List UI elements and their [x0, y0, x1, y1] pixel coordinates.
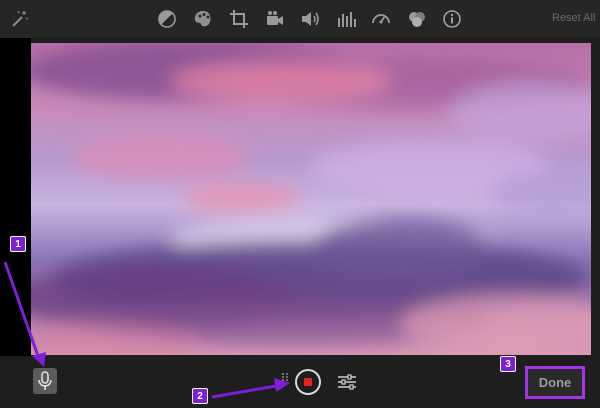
drag-handle-icon[interactable]	[281, 372, 289, 382]
record-button[interactable]	[295, 369, 321, 395]
reset-all-button[interactable]: Reset All	[552, 12, 600, 24]
magic-wand-icon[interactable]	[8, 8, 30, 30]
equalizer-icon[interactable]	[335, 8, 357, 30]
video-camera-icon[interactable]	[264, 8, 286, 30]
annotation-badge-3: 3	[500, 356, 516, 372]
annotation-badge-2: 2	[192, 388, 208, 404]
microphone-icon	[38, 371, 52, 390]
info-icon[interactable]	[441, 8, 463, 30]
done-button[interactable]: Done	[525, 366, 585, 399]
top-toolbar: Reset All	[0, 0, 600, 38]
filter-circles-icon[interactable]	[406, 8, 428, 30]
record-stop-icon	[304, 378, 312, 386]
video-preview	[31, 43, 591, 355]
sunset-clouds-image	[31, 43, 591, 355]
left-letterbox	[0, 38, 31, 356]
color-palette-icon[interactable]	[192, 8, 214, 30]
sliders-icon[interactable]	[337, 373, 357, 391]
microphone-button[interactable]	[33, 368, 57, 394]
annotation-badge-1: 1	[10, 236, 26, 252]
volume-icon[interactable]	[299, 8, 321, 30]
crop-icon[interactable]	[228, 8, 250, 30]
speedometer-icon[interactable]	[370, 8, 392, 30]
color-balance-icon[interactable]	[156, 8, 178, 30]
